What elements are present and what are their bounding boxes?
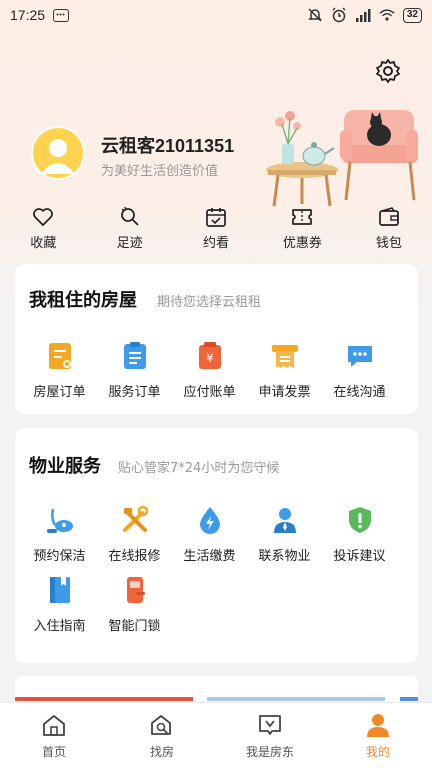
nav-landlord[interactable]: 我是房东	[216, 703, 324, 768]
calendar-icon	[204, 206, 228, 228]
online-chat-item[interactable]: 在线沟通	[322, 340, 397, 410]
guide-book-icon	[44, 574, 76, 606]
banner-indicator-red	[15, 697, 193, 701]
living-room-illustration	[264, 100, 424, 210]
service-order-icon	[119, 340, 151, 372]
nav-find-house[interactable]: 找房	[108, 703, 216, 768]
profile-slogan: 为美好生活创造价值	[101, 164, 219, 179]
coupon-icon	[290, 206, 314, 228]
status-bar: 17:25 32	[0, 0, 432, 30]
vacuum-icon	[44, 504, 76, 536]
quick-action-label: 足迹	[116, 236, 143, 251]
invoice-icon	[269, 340, 301, 372]
grid-item-label: 投诉建议	[333, 549, 386, 564]
grid-item-label: 入住指南	[33, 619, 86, 634]
quick-actions-row: 收藏 足迹 约看 优惠券 钱包	[0, 206, 432, 252]
repair-tools-icon	[119, 504, 151, 536]
quick-action-favorites[interactable]: 收藏	[0, 206, 86, 252]
chat-icon	[344, 340, 376, 372]
grid-item-label: 生活缴费	[183, 549, 236, 564]
property-service-title: 物业服务	[29, 456, 101, 477]
utility-payment-item[interactable]: 生活缴费	[172, 504, 247, 574]
invoice-request-item[interactable]: 申请发票	[247, 340, 322, 410]
profile-icon	[365, 712, 391, 738]
grid-item-label: 预约保洁	[33, 549, 86, 564]
my-housing-subtitle: 期待您选择云租租	[157, 295, 262, 310]
message-notification-icon	[53, 8, 70, 22]
payable-bill-item[interactable]: ¥ 应付账单	[172, 340, 247, 410]
nav-label: 找房	[149, 745, 174, 759]
quick-action-coupons[interactable]: 优惠券	[259, 206, 345, 252]
grid-item-label: 服务订单	[108, 385, 161, 400]
grid-item-label: 申请发票	[258, 385, 311, 400]
online-repair-item[interactable]: 在线报修	[97, 504, 172, 574]
quick-action-label: 收藏	[30, 236, 57, 251]
nav-label: 我是房东	[245, 745, 294, 759]
svg-text:¥: ¥	[206, 351, 214, 365]
mute-icon	[307, 7, 323, 23]
status-time: 17:25	[10, 7, 46, 23]
bill-icon: ¥	[194, 340, 226, 372]
nav-home[interactable]: 首页	[0, 703, 108, 768]
gear-icon	[375, 58, 401, 88]
grid-item-label: 智能门锁	[108, 619, 161, 634]
home-icon	[41, 712, 67, 738]
grid-item-label: 房屋订单	[33, 385, 86, 400]
cleaning-booking-item[interactable]: 预约保洁	[22, 504, 97, 574]
property-service-subtitle: 贴心管家7*24小时为您守候	[118, 461, 280, 476]
my-housing-title: 我租住的房屋	[29, 290, 137, 311]
contact-property-item[interactable]: 联系物业	[247, 504, 322, 574]
footprint-icon	[118, 206, 142, 228]
nav-profile[interactable]: 我的	[324, 703, 432, 768]
battery-indicator: 32	[402, 7, 422, 23]
smart-lock-item[interactable]: 智能门锁	[97, 574, 172, 644]
settings-button[interactable]	[375, 58, 401, 88]
quick-action-history[interactable]: 足迹	[86, 206, 172, 252]
service-order-item[interactable]: 服务订单	[97, 340, 172, 410]
wallet-icon	[377, 206, 401, 228]
banner-indicator-blue-2	[400, 697, 418, 701]
complaint-suggestion-item[interactable]: 投诉建议	[322, 504, 397, 574]
grid-item-label: 在线沟通	[333, 385, 386, 400]
nav-label: 首页	[41, 745, 66, 759]
banner-indicator-blue	[207, 697, 385, 701]
house-order-icon	[44, 340, 76, 372]
quick-action-label: 钱包	[375, 236, 402, 251]
house-order-item[interactable]: 房屋订单	[22, 340, 97, 410]
landlord-icon	[257, 712, 283, 738]
heart-icon	[31, 206, 55, 228]
alarm-icon	[331, 7, 347, 23]
shield-alert-icon	[344, 504, 376, 536]
grid-item-label: 应付账单	[183, 385, 236, 400]
my-housing-card: 我租住的房屋 期待您选择云租租 房屋订单 服务订单 ¥ 应付账单 申请发票 在线…	[15, 264, 418, 414]
quick-action-appointments[interactable]: 约看	[173, 206, 259, 252]
find-house-icon	[149, 712, 175, 738]
nav-label: 我的	[365, 745, 390, 759]
wifi-icon	[379, 7, 395, 23]
grid-item-label: 联系物业	[258, 549, 311, 564]
quick-action-wallet[interactable]: 钱包	[346, 206, 432, 252]
username[interactable]: 云租客21011351	[101, 132, 234, 158]
property-service-card: 物业服务 贴心管家7*24小时为您守候 预约保洁 在线报修 生活缴费 联系物业	[15, 428, 418, 663]
quick-action-label: 约看	[203, 236, 230, 251]
grid-item-label: 在线报修	[108, 549, 161, 564]
bottom-navigation: 首页 找房 我是房东 我的	[0, 702, 432, 768]
smart-lock-icon	[119, 574, 151, 606]
signal-icon	[355, 7, 371, 23]
staff-icon	[269, 504, 301, 536]
quick-action-label: 优惠券	[282, 236, 322, 251]
move-in-guide-item[interactable]: 入住指南	[22, 574, 97, 644]
utility-drop-icon	[194, 504, 226, 536]
avatar[interactable]	[31, 126, 85, 180]
